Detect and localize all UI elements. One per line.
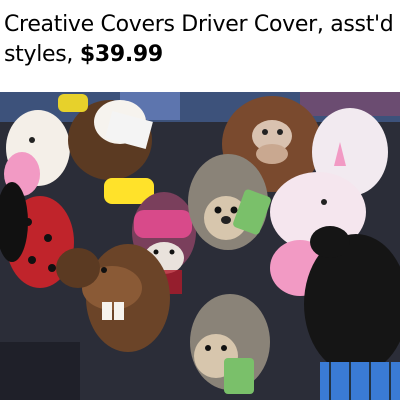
product-caption: Creative Covers Driver Cover, asst'd sty…: [4, 10, 396, 70]
price-label: $39.99: [79, 42, 163, 67]
product-photo: [0, 92, 400, 400]
caption-text: Creative Covers Driver Cover, asst'd sty…: [4, 12, 394, 67]
black-bear-cover: [304, 226, 400, 374]
blue-bin: [320, 362, 400, 400]
plush-covers-illustration: [0, 92, 400, 400]
